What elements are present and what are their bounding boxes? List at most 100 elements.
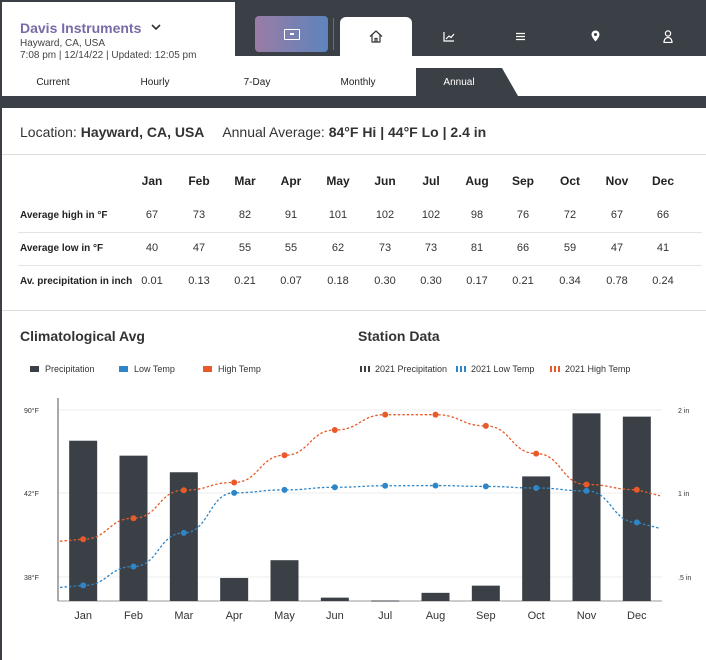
table-cell: 0.13 [188, 275, 210, 287]
low-temp-point[interactable] [80, 582, 87, 589]
location-value: Hayward, CA, USA [80, 124, 205, 140]
legend-2021-high-temp[interactable]: 2021 High Temp [550, 364, 630, 374]
high-temp-point[interactable] [231, 479, 238, 486]
tab-hourly[interactable]: Hourly [112, 68, 198, 96]
column-header: Jul [422, 174, 440, 188]
high-temp-point[interactable] [180, 487, 187, 494]
table-cell: 0.01 [141, 275, 163, 287]
station-selector[interactable]: Davis Instruments [20, 20, 161, 36]
high-temp-point[interactable] [281, 452, 288, 459]
low-temp-point[interactable] [281, 486, 288, 493]
table-cell: 0.30 [420, 275, 442, 287]
high-temp-point[interactable] [583, 481, 590, 488]
precipitation-bar[interactable] [371, 600, 400, 602]
tab-7-day[interactable]: 7-Day [214, 68, 300, 96]
high-temp-point[interactable] [482, 422, 489, 429]
x-tick-label: Jun [326, 610, 344, 622]
tab-annual[interactable]: Annual [416, 68, 502, 96]
legend-swatch [30, 366, 39, 372]
table-cell: 47 [192, 242, 206, 254]
x-tick-label: Sep [476, 610, 496, 622]
nav-map-tab[interactable] [583, 24, 607, 48]
precipitation-bar[interactable] [421, 592, 450, 601]
climate-chart: 90°F 42°F 38°F 2 in 1 in .5 in Jan Feb Mar Apr May… [24, 398, 691, 622]
high-temp-point[interactable] [331, 427, 338, 434]
chevron-down-icon[interactable] [151, 22, 161, 34]
station-data-title: Station Data [358, 328, 440, 344]
low-temp-point[interactable] [382, 482, 389, 489]
high-temp-point[interactable] [130, 515, 137, 522]
column-header: Oct [559, 174, 580, 188]
table-cell: 0.78 [606, 275, 628, 287]
legend-precipitation[interactable]: Precipitation [30, 364, 95, 374]
tab-current[interactable]: Current [10, 68, 96, 96]
x-tick-label: Jul [378, 610, 392, 622]
column-header: Mar [234, 174, 256, 188]
low-temp-point[interactable] [331, 484, 338, 491]
table-cell: 73 [192, 209, 206, 221]
table-cell: 55 [238, 242, 252, 254]
legend-swatch [203, 366, 212, 372]
x-tick-label: Apr [226, 610, 243, 622]
nav-list-tab[interactable] [508, 24, 532, 48]
x-tick-label: Nov [577, 610, 597, 622]
table-cell: 59 [563, 242, 577, 254]
low-temp-point[interactable] [432, 482, 439, 489]
nav-home-tab[interactable] [340, 17, 412, 56]
low-temp-point[interactable] [533, 484, 540, 491]
legend-label: Precipitation [45, 364, 95, 374]
low-temp-point[interactable] [633, 519, 640, 526]
table-cell: 76 [516, 209, 530, 221]
low-temp-point[interactable] [583, 487, 590, 494]
high-temp-point[interactable] [382, 411, 389, 418]
nav-user-tab[interactable] [656, 24, 680, 48]
legend-swatch [550, 366, 560, 372]
legend-2021-low-temp[interactable]: 2021 Low Temp [456, 364, 534, 374]
user-icon [663, 29, 673, 43]
precipitation-bar[interactable] [270, 560, 299, 601]
high-temp-point[interactable] [80, 536, 87, 543]
high-temp-point[interactable] [633, 486, 640, 493]
precipitation-bar[interactable] [119, 455, 148, 601]
low-temp-point[interactable] [482, 483, 489, 490]
high-temp-point[interactable] [432, 411, 439, 418]
table-cell: 101 [328, 209, 348, 221]
weather-widget-button[interactable] [255, 16, 328, 52]
x-tick-label: Aug [426, 610, 446, 622]
legend-label: Low Temp [134, 364, 175, 374]
table-cell: 102 [421, 209, 441, 221]
home-icon [369, 30, 383, 43]
high-temp-line [59, 414, 661, 542]
map-pin-icon [591, 30, 599, 42]
table-cell: 0.07 [280, 275, 302, 287]
row-label: Average high in °F [20, 210, 108, 221]
precipitation-bar[interactable] [471, 585, 500, 601]
precipitation-bar[interactable] [320, 597, 349, 601]
y-left-tick-label: 38°F [24, 574, 39, 582]
x-tick-label: Dec [627, 610, 647, 622]
legend-low-temp[interactable]: Low Temp [119, 364, 175, 374]
legend-swatch [456, 366, 466, 372]
column-header: Jun [374, 174, 396, 188]
high-temp-point[interactable] [533, 450, 540, 457]
precipitation-bar[interactable] [522, 476, 551, 601]
station-name[interactable]: Davis Instruments [20, 20, 141, 36]
low-temp-point[interactable] [180, 529, 187, 536]
table-cell: 40 [145, 242, 159, 254]
table-cell: 0.18 [327, 275, 349, 287]
nav-chart-tab[interactable] [437, 24, 461, 48]
legend-2021-precipitation[interactable]: 2021 Precipitation [360, 364, 447, 374]
column-header: May [326, 174, 350, 188]
precipitation-bar[interactable] [572, 413, 601, 601]
low-temp-point[interactable] [231, 489, 238, 496]
column-header: Apr [280, 174, 302, 188]
precipitation-bar[interactable] [622, 416, 651, 601]
climatological-title: Climatological Avg [20, 328, 145, 344]
low-temp-point[interactable] [130, 563, 137, 570]
precipitation-bar[interactable] [220, 577, 249, 601]
low-temp-line [59, 484, 661, 589]
tab-monthly[interactable]: Monthly [315, 68, 401, 96]
precipitation-bar[interactable] [69, 440, 98, 601]
section-divider [2, 310, 706, 311]
legend-high-temp[interactable]: High Temp [203, 364, 261, 374]
